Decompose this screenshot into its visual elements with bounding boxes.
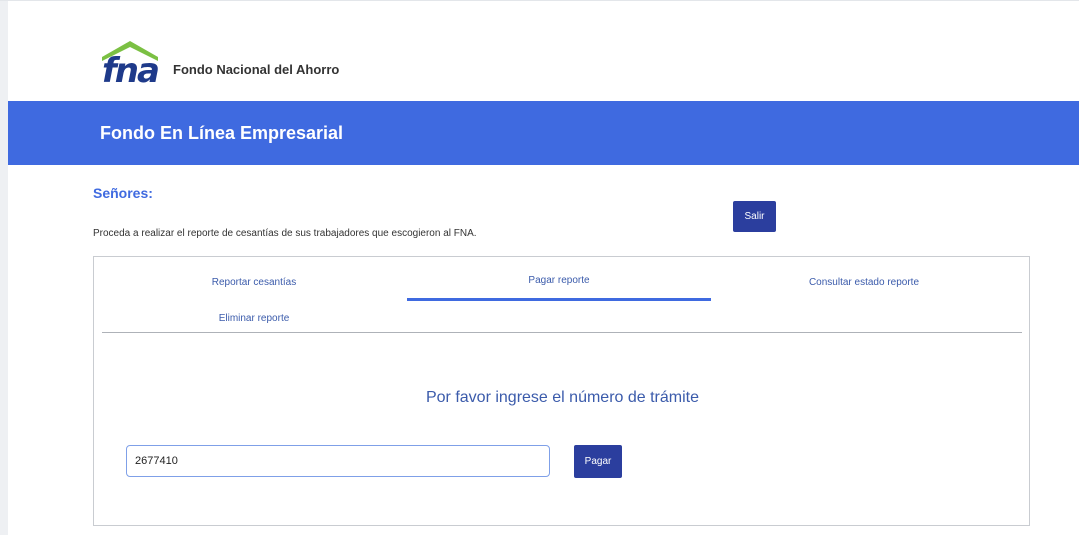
tramite-number-input[interactable] [126, 445, 550, 477]
title-banner: Fondo En Línea Empresarial [8, 101, 1079, 165]
report-panel: Reportar cesantías Pagar reporte Consult… [93, 256, 1030, 526]
tab-pagar-reporte[interactable]: Pagar reporte [407, 262, 711, 301]
tab-consultar-estado-reporte[interactable]: Consultar estado reporte [712, 264, 1016, 300]
org-name: Fondo Nacional del Ahorro [173, 62, 340, 77]
pay-button[interactable]: Pagar [574, 445, 622, 478]
banner-title: Fondo En Línea Empresarial [100, 123, 344, 143]
fna-logo: fna [100, 39, 160, 91]
logo-text: fna [102, 51, 160, 91]
tramite-prompt: Por favor ingrese el número de trámite [425, 389, 699, 406]
tabs-divider [102, 332, 1022, 333]
tab-reportar-cesantias[interactable]: Reportar cesantías [102, 264, 406, 300]
tab-eliminar-reporte[interactable]: Eliminar reporte [102, 300, 406, 336]
exit-button[interactable]: Salir [733, 201, 776, 232]
instructions-text: Proceda a realizar el reporte de cesantí… [93, 228, 477, 239]
greeting: Señores: [93, 185, 153, 201]
page: fna Fondo Nacional del Ahorro Fondo En L… [0, 0, 1079, 535]
left-gutter [0, 1, 8, 535]
